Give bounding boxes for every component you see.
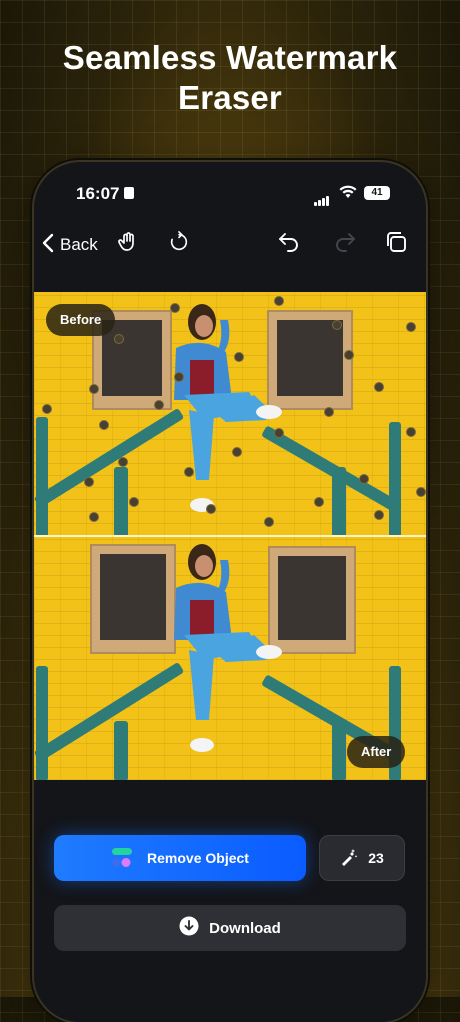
- phone-frame: 16:07 41 Back Before After Remove Object…: [34, 162, 426, 1022]
- undo-icon[interactable]: [275, 228, 303, 256]
- remove-object-icon: [111, 845, 135, 872]
- before-label: Before: [46, 304, 116, 336]
- remove-object-label: Remove Object: [147, 850, 249, 866]
- battery-icon: 41: [364, 186, 390, 200]
- comparison-divider[interactable]: [34, 535, 426, 537]
- redo-icon[interactable]: [331, 228, 359, 256]
- status-bar: 16:07 41: [34, 162, 426, 222]
- model-figure: [154, 540, 294, 765]
- headline: Seamless Watermark Eraser: [0, 38, 460, 118]
- headline-line-1: Seamless Watermark: [62, 39, 398, 76]
- credits-button[interactable]: 23: [319, 835, 405, 881]
- credits-count: 23: [368, 850, 384, 866]
- after-label: After: [347, 736, 406, 768]
- wifi-icon: [339, 185, 357, 204]
- image-canvas[interactable]: Before After: [34, 292, 426, 780]
- model-figure: [154, 300, 294, 525]
- download-icon: [179, 916, 199, 940]
- after-image: After: [34, 536, 426, 780]
- id-card-icon: [124, 187, 134, 199]
- remove-object-button[interactable]: Remove Object: [54, 835, 306, 881]
- battery-level: 41: [371, 187, 383, 198]
- download-label: Download: [209, 919, 281, 937]
- chevron-left-icon: [42, 233, 54, 258]
- download-button[interactable]: Download: [54, 905, 406, 951]
- action-panel: Remove Object 23 Download: [34, 780, 426, 1022]
- headline-line-2: Eraser: [178, 79, 282, 116]
- back-button[interactable]: Back: [42, 230, 98, 260]
- status-time: 16:07: [76, 184, 120, 203]
- copy-icon[interactable]: [382, 228, 410, 256]
- signal-icon: [314, 188, 330, 206]
- editor-toolbar: Back: [34, 222, 426, 278]
- hand-icon[interactable]: [114, 228, 142, 256]
- magic-eraser-icon: [340, 848, 358, 869]
- rotate-icon[interactable]: [165, 228, 193, 256]
- before-image: Before: [34, 292, 426, 536]
- back-label: Back: [60, 235, 98, 254]
